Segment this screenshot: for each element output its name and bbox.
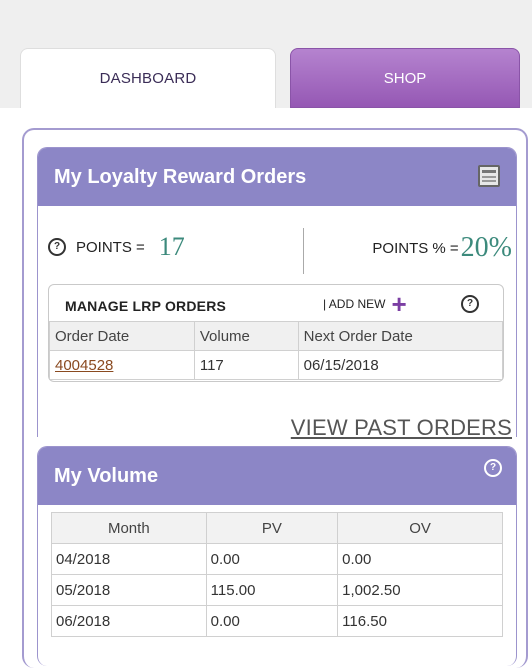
volume-table: Month PV OV 04/2018 0.00 0.00 05/2018 11… <box>51 512 503 637</box>
help-icon[interactable]: ? <box>461 295 479 313</box>
next-order-date-cell: 06/15/2018 <box>297 350 504 380</box>
column-header: Next Order Date <box>297 321 504 351</box>
add-new-label: | ADD NEW <box>323 297 386 311</box>
points-percent-label: POINTS % = <box>372 239 459 257</box>
points-value: 17 <box>158 232 185 261</box>
month-cell: 05/2018 <box>51 574 207 606</box>
order-number-link[interactable]: 4004528 <box>55 357 113 374</box>
manage-lrp-orders-box: MANAGE LRP ORDERS | ADD NEW + ? Order Da… <box>48 284 504 382</box>
help-icon[interactable]: ? <box>48 238 66 256</box>
ov-cell: 116.50 <box>337 605 503 637</box>
tab-dashboard[interactable]: DASHBOARD <box>20 48 276 108</box>
divider <box>303 228 304 274</box>
table-row: 05/2018 115.00 1,002.50 <box>51 574 503 606</box>
panel-header: My Loyalty Reward Orders <box>38 148 516 206</box>
volume-cell: 117 <box>193 350 299 380</box>
manage-lrp-title: MANAGE LRP ORDERS <box>65 298 227 314</box>
table-row: 04/2018 0.00 0.00 <box>51 543 503 575</box>
points-summary: ? POINTS = 17 <box>48 232 185 262</box>
column-header: OV <box>337 512 503 544</box>
panel-title: My Volume <box>54 465 159 487</box>
column-header: Volume <box>193 321 299 351</box>
table-header-row: Month PV OV <box>51 512 503 544</box>
loyalty-reward-orders-panel: My Loyalty Reward Orders ? POINTS = 17 P… <box>37 147 517 437</box>
ov-cell: 0.00 <box>337 543 503 575</box>
table-row: 06/2018 0.00 116.50 <box>51 605 503 637</box>
my-volume-panel: My Volume ? Month PV OV 04/2018 0.00 0.0… <box>37 446 517 666</box>
points-row: ? POINTS = 17 POINTS % = 20% <box>48 228 512 274</box>
table-header-row: Order Date Volume Next Order Date <box>49 321 504 351</box>
lrp-orders-table: Order Date Volume Next Order Date 400452… <box>49 321 504 380</box>
tab-shop[interactable]: SHOP <box>290 48 520 108</box>
points-percent-summary: POINTS % = 20% <box>372 232 512 264</box>
pv-cell: 0.00 <box>205 543 339 575</box>
month-cell: 06/2018 <box>51 605 207 637</box>
column-header: PV <box>205 512 339 544</box>
order-cell: 4004528 <box>49 350 195 380</box>
pv-cell: 0.00 <box>205 605 339 637</box>
pv-cell: 115.00 <box>205 574 339 606</box>
table-row: 4004528 117 06/15/2018 <box>49 350 504 380</box>
add-new-button[interactable]: | ADD NEW + <box>323 291 407 317</box>
ov-cell: 1,002.50 <box>337 574 503 606</box>
month-cell: 04/2018 <box>51 543 207 575</box>
points-percent-value: 20% <box>460 232 512 263</box>
manage-lrp-header: MANAGE LRP ORDERS | ADD NEW + ? <box>49 285 503 321</box>
panel-title: My Loyalty Reward Orders <box>54 166 307 188</box>
help-icon[interactable]: ? <box>484 459 502 477</box>
panel-header: My Volume ? <box>38 447 516 505</box>
column-header: Month <box>51 512 207 544</box>
plus-icon[interactable]: + <box>391 291 406 317</box>
column-header: Order Date <box>49 321 195 351</box>
points-label: POINTS = <box>76 238 145 256</box>
calculator-icon[interactable] <box>478 165 500 187</box>
view-past-orders-link[interactable]: VIEW PAST ORDERS <box>291 415 512 441</box>
